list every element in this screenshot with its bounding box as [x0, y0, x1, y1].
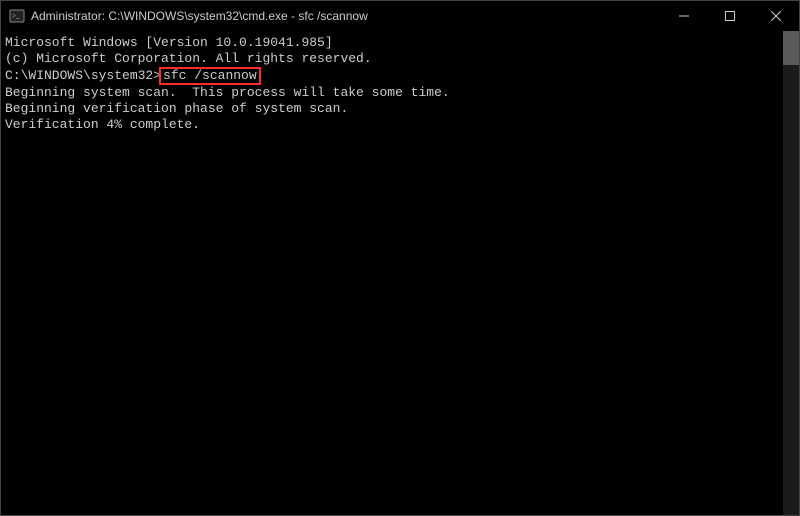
vertical-scrollbar[interactable]	[783, 31, 799, 515]
svg-text:>_: >_	[12, 12, 20, 20]
minimize-button[interactable]	[661, 1, 707, 31]
scrollbar-thumb[interactable]	[783, 31, 799, 65]
maximize-button[interactable]	[707, 1, 753, 31]
verification-phase-line: Beginning verification phase of system s…	[5, 101, 779, 117]
prompt-line: C:\WINDOWS\system32>sfc /scannow	[5, 67, 779, 85]
version-line: Microsoft Windows [Version 10.0.19041.98…	[5, 35, 779, 51]
cmd-window: >_ Administrator: C:\WINDOWS\system32\cm…	[0, 0, 800, 516]
command-highlight: sfc /scannow	[159, 67, 261, 85]
window-title: Administrator: C:\WINDOWS\system32\cmd.e…	[31, 9, 368, 23]
window-controls	[661, 1, 799, 31]
close-button[interactable]	[753, 1, 799, 31]
titlebar[interactable]: >_ Administrator: C:\WINDOWS\system32\cm…	[1, 1, 799, 31]
content-area: Microsoft Windows [Version 10.0.19041.98…	[1, 31, 799, 515]
prompt-path: C:\WINDOWS\system32>	[5, 68, 161, 83]
verification-progress-line: Verification 4% complete.	[5, 117, 779, 133]
scan-begin-line: Beginning system scan. This process will…	[5, 85, 779, 101]
terminal-output[interactable]: Microsoft Windows [Version 10.0.19041.98…	[1, 31, 783, 515]
copyright-line: (c) Microsoft Corporation. All rights re…	[5, 51, 779, 67]
cmd-icon: >_	[9, 8, 25, 24]
